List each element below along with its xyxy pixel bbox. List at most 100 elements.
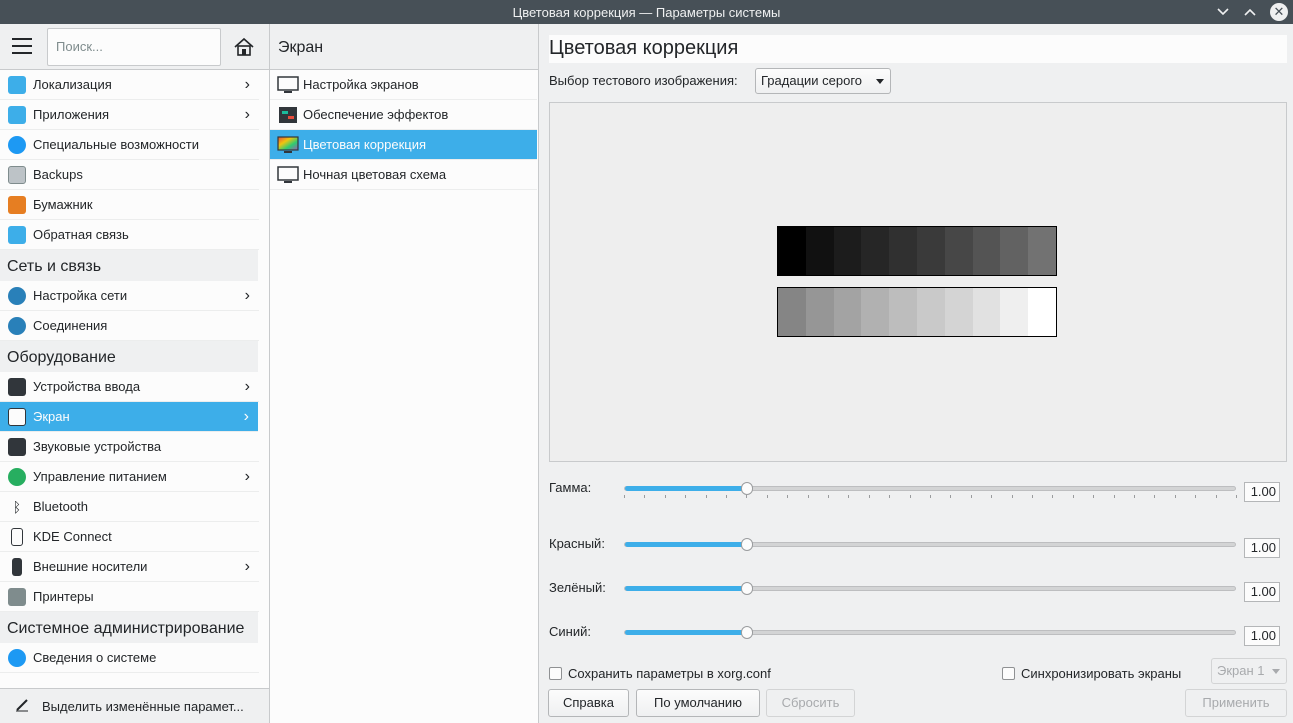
subnav-item-display-configuration[interactable]: Настройка экранов: [270, 70, 537, 100]
hamburger-icon-line: [12, 52, 32, 54]
home-button[interactable]: [233, 37, 255, 57]
checkbox-box[interactable]: [1002, 667, 1015, 680]
subnav-item-compositor[interactable]: Обеспечение эффектов: [270, 100, 537, 130]
maximize-button[interactable]: [1241, 3, 1259, 21]
sidebar-item-applications[interactable]: Приложения ›: [0, 100, 259, 130]
globe-icon: [8, 317, 26, 335]
blue-slider-row: Синий: 1.00: [549, 620, 1287, 646]
gray-swatch: [1028, 227, 1056, 275]
gamma-slider-row: Гамма: 1.00: [549, 476, 1287, 502]
color-monitor-icon: [277, 136, 299, 153]
sidebar-item-bluetooth[interactable]: ᛒ Bluetooth: [0, 492, 259, 522]
slider-tick: [624, 495, 625, 498]
chevron-right-icon: ›: [244, 558, 250, 575]
subnav-item-label: Цветовая коррекция: [303, 137, 427, 152]
sidebar-item-kdeconnect[interactable]: KDE Connect: [0, 522, 259, 552]
sidebar-item-connections[interactable]: Соединения: [0, 311, 259, 341]
backups-icon: [8, 166, 26, 184]
green-slider-fill: [625, 586, 747, 591]
subcategory-panel: Экран Настройка экранов Обеспечение эффе…: [270, 24, 539, 723]
sidebar-item-display[interactable]: Экран ›: [0, 402, 258, 432]
gray-swatch: [778, 227, 806, 275]
test-image-select[interactable]: Градации серого: [755, 68, 891, 94]
help-button[interactable]: Справка: [548, 689, 629, 717]
speaker-icon: [8, 438, 26, 456]
sidebar-item-input-devices[interactable]: Устройства ввода ›: [0, 372, 259, 402]
hamburger-icon-line: [12, 45, 32, 47]
accessibility-icon: [8, 136, 26, 154]
red-slider-fill: [625, 542, 747, 547]
red-value[interactable]: 1.00: [1244, 538, 1280, 558]
green-value[interactable]: 1.00: [1244, 582, 1280, 602]
sidebar-item-audio[interactable]: Звуковые устройства: [0, 432, 259, 462]
gray-swatch: [805, 227, 834, 275]
sidebar-item-accessibility[interactable]: Специальные возможности: [0, 130, 259, 160]
slider-tick: [1073, 495, 1074, 498]
monitor-icon: [277, 166, 299, 183]
wallet-icon: [8, 196, 26, 214]
gray-swatch: [1000, 227, 1029, 275]
sidebar-item-feedback[interactable]: Обратная связь: [0, 220, 259, 250]
highlight-changed-settings-button[interactable]: Выделить изменённые парамет...: [0, 688, 269, 723]
sidebar-item-removable-storage[interactable]: Внешние носители ›: [0, 552, 259, 582]
home-icon: [234, 37, 254, 56]
chevron-right-icon: ›: [244, 378, 250, 395]
gray-swatch: [972, 227, 1001, 275]
chevron-up-icon: [1244, 8, 1256, 16]
search-input[interactable]: Поиск...: [47, 28, 221, 66]
green-slider[interactable]: [624, 582, 1236, 595]
slider-tick: [1114, 495, 1115, 498]
sidebar-item-system-info[interactable]: Сведения о системе: [0, 643, 259, 673]
applications-icon: [8, 106, 26, 124]
save-xorg-checkbox[interactable]: Сохранить параметры в xorg.conf: [549, 664, 771, 684]
help-button-label: Справка: [563, 695, 614, 710]
screen-select[interactable]: Экран 1: [1211, 658, 1287, 684]
highlight-changed-label: Выделить изменённые парамет...: [42, 699, 244, 714]
close-button[interactable]: ✕: [1270, 3, 1288, 21]
apply-button[interactable]: Применить: [1185, 689, 1287, 717]
gray-strip-light: [777, 287, 1057, 337]
blue-slider[interactable]: [624, 626, 1236, 639]
page-title: Цветовая коррекция: [549, 35, 1287, 63]
red-slider-handle[interactable]: [741, 538, 753, 551]
minimize-button[interactable]: [1214, 3, 1232, 21]
reset-button[interactable]: Сбросить: [766, 689, 855, 717]
blue-slider-handle[interactable]: [741, 626, 753, 639]
hamburger-icon: [12, 38, 32, 40]
gamma-label: Гамма:: [549, 480, 592, 495]
subnav-item-night-color[interactable]: Ночная цветовая схема: [270, 160, 537, 190]
gray-swatch: [889, 288, 917, 336]
blue-label: Синий:: [549, 624, 591, 639]
input-devices-icon: [8, 378, 26, 396]
green-slider-handle[interactable]: [741, 582, 753, 595]
red-slider[interactable]: [624, 538, 1236, 551]
menu-button[interactable]: [12, 38, 32, 56]
printer-icon: [8, 588, 26, 606]
chevron-right-icon: ›: [243, 408, 249, 425]
slider-tick: [1052, 495, 1053, 498]
chevron-right-icon: ›: [244, 76, 250, 93]
gamma-slider[interactable]: [624, 482, 1236, 495]
blue-value[interactable]: 1.00: [1244, 626, 1280, 646]
apply-button-label: Применить: [1202, 695, 1270, 710]
section-header-admin: Системное администрирование: [0, 612, 258, 643]
bluetooth-icon: ᛒ: [12, 499, 22, 515]
sidebar-item-printers[interactable]: Принтеры: [0, 582, 259, 612]
sidebar-item-localization[interactable]: Локализация ›: [0, 70, 259, 100]
sidebar-item-power[interactable]: Управление питанием ›: [0, 462, 259, 492]
sidebar-item-wallet[interactable]: Бумажник: [0, 190, 259, 220]
screen-select-value: Экран 1: [1217, 663, 1265, 678]
slider-tick: [991, 495, 992, 498]
gamma-slider-handle[interactable]: [741, 482, 753, 495]
sidebar-item-network-settings[interactable]: Настройка сети ›: [0, 281, 259, 311]
defaults-button[interactable]: По умолчанию: [636, 689, 760, 717]
slider-tick: [1216, 495, 1217, 498]
checkbox-box[interactable]: [549, 667, 562, 680]
defaults-button-label: По умолчанию: [654, 695, 742, 710]
sync-screens-checkbox[interactable]: Синхронизировать экраны: [1002, 664, 1181, 684]
gamma-value[interactable]: 1.00: [1244, 482, 1280, 502]
chevron-right-icon: ›: [244, 106, 250, 123]
sidebar-item-backups[interactable]: Backups: [0, 160, 259, 190]
subnav-item-color-correction[interactable]: Цветовая коррекция: [270, 130, 537, 160]
slider-tick: [685, 495, 686, 498]
